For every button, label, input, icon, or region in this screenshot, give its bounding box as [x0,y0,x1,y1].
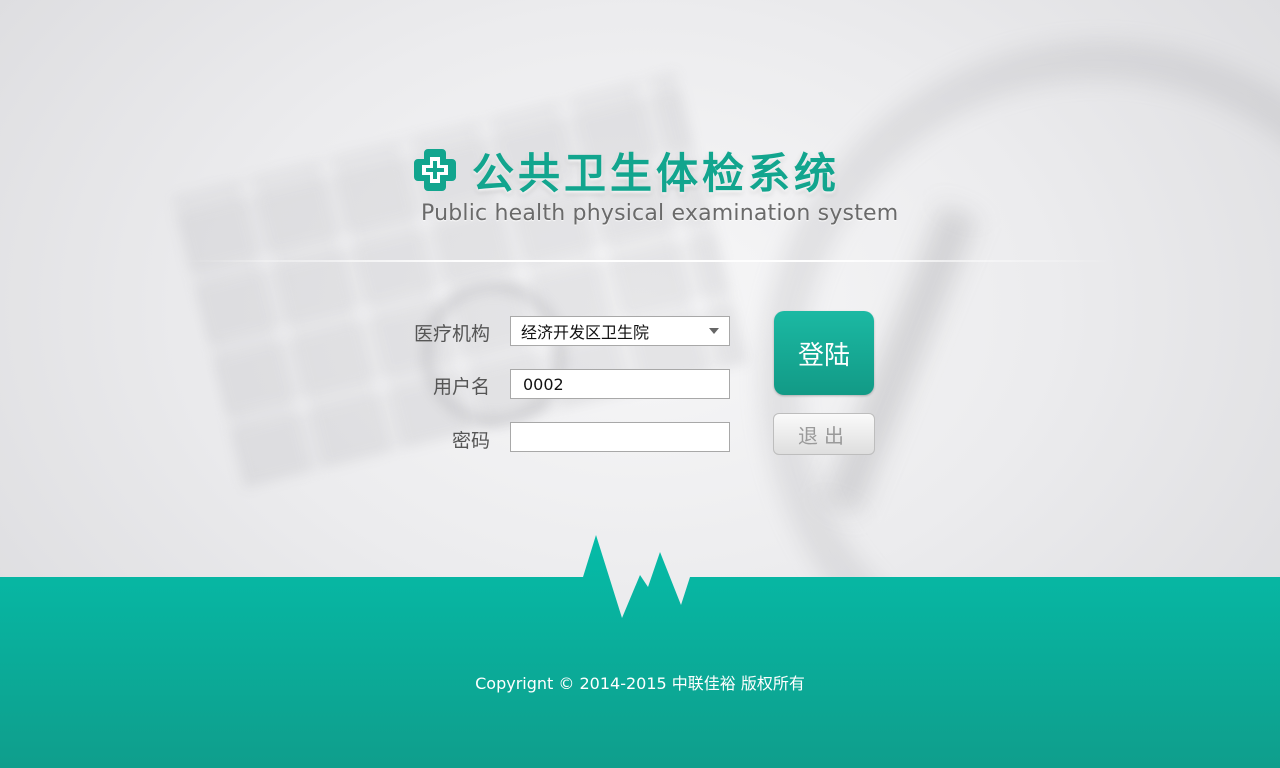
app-title: 公共卫生体检系统 [472,148,841,198]
chevron-down-icon[interactable] [709,328,719,334]
institution-select[interactable]: 经济开发区卫生院 [510,316,730,346]
header-divider [180,260,1120,262]
login-page: 公共卫生体检系统 Public health physical examinat… [0,0,1280,768]
username-input[interactable] [511,370,729,398]
background-ring-decoration [420,280,568,428]
password-label: 密码 [451,430,490,452]
password-input[interactable] [511,423,729,451]
password-field-box [510,422,730,452]
institution-select-value: 经济开发区卫生院 [521,323,650,342]
username-field-box [510,369,730,399]
institution-label: 医疗机构 [413,323,490,345]
exit-button[interactable]: 退出 [773,413,875,455]
footer-heartbeat-band [0,535,1280,768]
login-button[interactable]: 登陆 [774,311,874,395]
medical-cross-icon [414,149,456,191]
username-label: 用户名 [432,376,490,398]
logo: 公共卫生体检系统 [412,140,840,200]
copyright-text: Copyrignt © 2014-2015 中联佳裕 版权所有 [475,674,805,693]
app-subtitle: Public health physical examination syste… [421,201,899,226]
